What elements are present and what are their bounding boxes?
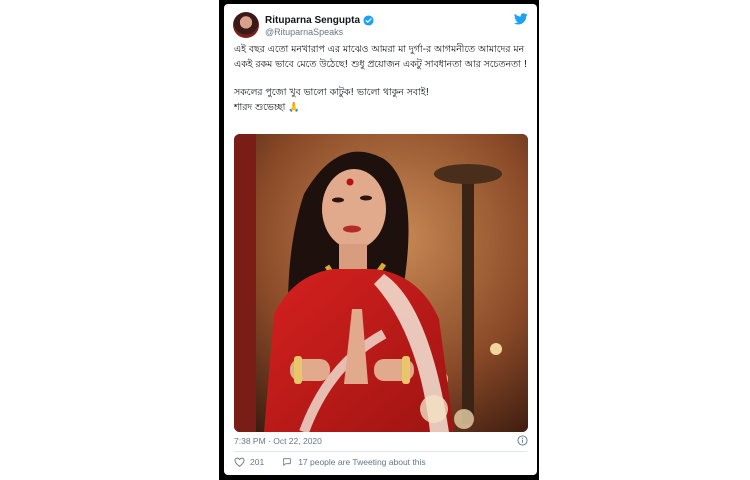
- tweet-line-wishes: সকলের পুজো খুব ভালো কাটুক! ভালো থাকুন সব…: [234, 87, 430, 98]
- twitter-bird-icon[interactable]: [514, 13, 528, 25]
- divider: [234, 451, 527, 452]
- like-count[interactable]: 201: [250, 457, 264, 467]
- verified-badge-icon: [363, 14, 374, 26]
- tweet-paragraph-2: সকলের পুজো খুব ভালো কাটুক! ভালো থাকুন সব…: [234, 86, 530, 115]
- tweet-card: Rituparna Sengupta @RituparnaSpeaks এই ব…: [224, 4, 537, 475]
- tweet-actions: 201 17 people are Tweeting about this: [234, 457, 426, 467]
- author-name-row[interactable]: Rituparna Sengupta: [265, 13, 374, 27]
- tweet-paragraph-1: এই বছর এতো মনখারাপ এর মাঝেও আমরা মা দুর্…: [234, 44, 528, 70]
- woman-in-red-saree-photo: [234, 134, 528, 432]
- tweet-line-greeting: শারদ শুভেচ্ছা 🙏: [234, 101, 300, 113]
- author-handle[interactable]: @RituparnaSpeaks: [265, 27, 343, 37]
- author-name[interactable]: Rituparna Sengupta: [265, 15, 360, 26]
- tweet-text: এই বছর এতো মনখারাপ এর মাঝেও আমরা মা দুর্…: [234, 43, 530, 115]
- tweet-photo[interactable]: [234, 134, 528, 432]
- speech-bubble-icon[interactable]: [282, 457, 292, 467]
- conversation-link[interactable]: 17 people are Tweeting about this: [298, 457, 425, 467]
- info-icon[interactable]: [517, 435, 528, 446]
- tweet-timestamp[interactable]: 7:38 PM · Oct 22, 2020: [234, 436, 322, 446]
- author-avatar[interactable]: [233, 12, 259, 38]
- heart-icon[interactable]: [234, 457, 245, 467]
